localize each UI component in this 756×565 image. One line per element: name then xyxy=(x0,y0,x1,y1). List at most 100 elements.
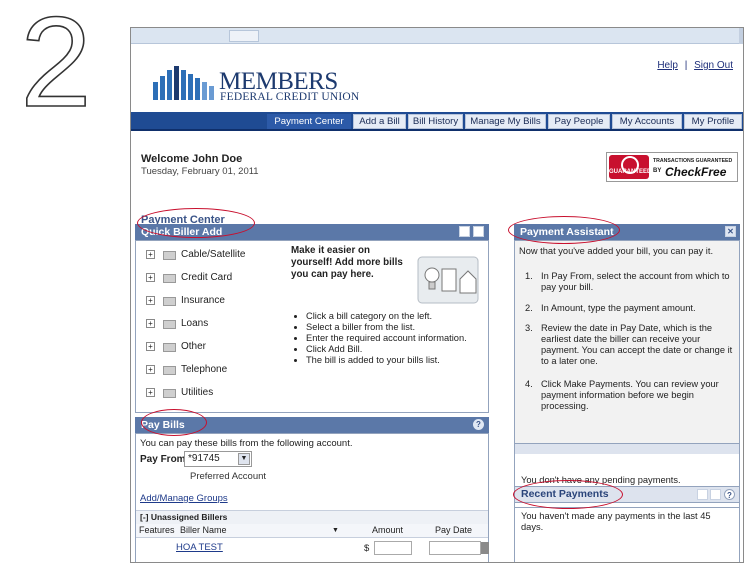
bills-illustration-icon xyxy=(417,256,479,304)
expand-icon[interactable]: + xyxy=(146,388,155,397)
category-label: Loans xyxy=(181,318,209,329)
step-number-graphic: 2 xyxy=(20,4,93,116)
category-credit-card[interactable]: + Credit Card xyxy=(146,272,232,286)
quick-biller-add-panel: + Cable/Satellite + Credit Card + Insurance… xyxy=(135,240,489,413)
brand-subtitle: FEDERAL CREDIT UNION xyxy=(220,91,360,103)
recent-payments-panel: You haven't made any payments in the las… xyxy=(514,503,740,562)
category-label: Credit Card xyxy=(181,272,233,283)
recent-payments-message: You haven't made any payments in the las… xyxy=(521,511,711,532)
sort-icon[interactable]: ▼ xyxy=(332,524,339,537)
pay-from-select[interactable]: *91745 ▼ xyxy=(184,451,252,467)
expand-icon[interactable]: + xyxy=(146,273,155,282)
amount-input[interactable] xyxy=(374,541,412,555)
folder-icon xyxy=(163,343,176,352)
step-number-label: 4. xyxy=(525,379,533,389)
calendar-icon[interactable] xyxy=(481,542,489,554)
pay-bills-intro: You can pay these bills from the followi… xyxy=(140,438,353,449)
scrollbar[interactable] xyxy=(739,28,743,44)
transactions-guaranteed-text: TRANSACTIONS GUARANTEED xyxy=(653,158,733,164)
expand-icon[interactable]: + xyxy=(146,342,155,351)
biller-name-link[interactable]: HOA TEST xyxy=(176,542,223,553)
folder-icon xyxy=(163,389,176,398)
folder-icon xyxy=(163,366,176,375)
guarantee-seal-icon: GUARANTEED xyxy=(609,155,651,179)
category-label: Cable/Satellite xyxy=(181,249,246,260)
assistant-intro: Now that you've added your bill, you can… xyxy=(519,246,714,256)
pay-from-value: *91745 xyxy=(188,453,220,464)
maximize-icon[interactable] xyxy=(473,226,484,237)
step-text: Click Make Payments. You can review your… xyxy=(541,379,719,411)
tab-manage-my-bills[interactable]: Manage My Bills xyxy=(465,114,546,129)
annotation-oval-payment-assistant xyxy=(508,216,620,244)
minimize-icon[interactable] xyxy=(697,489,708,500)
category-utilities[interactable]: + Utilities xyxy=(146,387,213,401)
category-telephone[interactable]: + Telephone xyxy=(146,364,227,378)
expand-icon[interactable]: + xyxy=(146,319,155,328)
category-label: Other xyxy=(181,341,207,352)
step-text: Review the date in Pay Date, which is th… xyxy=(541,323,733,366)
checkfree-logo: CheckFree xyxy=(665,165,727,179)
column-biller-name[interactable]: Biller Name xyxy=(180,524,227,537)
expand-icon[interactable]: + xyxy=(146,365,155,374)
bank-logo-icon xyxy=(153,66,214,100)
category-label: Insurance xyxy=(181,295,225,306)
annotation-oval-payment-center xyxy=(137,208,255,238)
current-date: Tuesday, February 01, 2011 xyxy=(141,166,259,177)
quick-add-prompt: Make it easier on yourself! Add more bil… xyxy=(291,245,403,280)
category-label: Utilities xyxy=(181,387,214,398)
tab-payment-center[interactable]: Payment Center xyxy=(267,114,351,129)
preferred-account-note: Preferred Account xyxy=(190,471,267,482)
pending-payments-header xyxy=(515,444,739,454)
instruction-item: Click a bill category on the left. xyxy=(306,311,486,322)
link-separator: | xyxy=(684,60,688,71)
close-icon[interactable]: ✕ xyxy=(725,226,736,237)
help-icon[interactable]: ? xyxy=(473,419,484,430)
category-cable-satellite[interactable]: + Cable/Satellite xyxy=(146,249,245,263)
instruction-item: Click Add Bill. xyxy=(306,344,486,355)
browser-tab[interactable] xyxy=(229,30,259,42)
tab-pay-people[interactable]: Pay People xyxy=(548,114,610,129)
payment-assistant-panel: Now that you've added your bill, you can… xyxy=(514,240,740,444)
help-icon[interactable]: ? xyxy=(724,489,735,500)
tab-my-profile[interactable]: My Profile xyxy=(684,114,742,129)
annotation-oval-pay-bills xyxy=(141,409,207,436)
chevron-down-icon[interactable]: ▼ xyxy=(238,453,250,465)
tab-bill-history[interactable]: Bill History xyxy=(408,114,463,129)
step-number: 2 xyxy=(20,4,91,116)
pay-from-label: Pay From xyxy=(140,454,186,465)
expand-icon[interactable]: + xyxy=(146,296,155,305)
expand-icon[interactable]: + xyxy=(146,250,155,259)
instruction-item: Select a biller from the list. xyxy=(306,322,486,333)
annotation-oval-recent-payments xyxy=(513,480,623,509)
category-insurance[interactable]: + Insurance xyxy=(146,295,225,309)
add-manage-groups-link[interactable]: Add/Manage Groups xyxy=(140,493,228,504)
screenshot-frame: MEMBERS FEDERAL CREDIT UNION Help | Sign… xyxy=(130,27,744,563)
minimize-icon[interactable] xyxy=(459,226,470,237)
currency-symbol: $ xyxy=(364,543,370,554)
column-pay-date: Pay Date xyxy=(435,525,473,535)
main-nav: Payment Center Add a Bill Bill History M… xyxy=(131,112,743,131)
sign-out-link[interactable]: Sign Out xyxy=(694,60,733,71)
step-number-label: 3. xyxy=(525,323,533,333)
maximize-icon[interactable] xyxy=(710,489,721,500)
column-amount: Amount xyxy=(372,525,404,535)
group-header[interactable]: [-] Unassigned Billers xyxy=(136,510,488,524)
bills-table-header: Features Biller Name ▼ Amount Pay Date xyxy=(136,524,488,538)
step-number-label: 1. xyxy=(525,271,533,281)
folder-icon xyxy=(163,320,176,329)
help-link[interactable]: Help xyxy=(657,60,678,71)
step-number-label: 2. xyxy=(525,303,533,313)
tab-add-a-bill[interactable]: Add a Bill xyxy=(353,114,406,129)
category-label: Telephone xyxy=(181,364,228,375)
instruction-item: Enter the required account information. xyxy=(306,333,486,344)
category-loans[interactable]: + Loans xyxy=(146,318,208,332)
category-other[interactable]: + Other xyxy=(146,341,206,355)
step-text: In Amount, type the payment amount. xyxy=(541,303,696,313)
folder-icon xyxy=(163,274,176,283)
pay-bills-panel: You can pay these bills from the followi… xyxy=(135,433,489,562)
column-features: Features xyxy=(139,525,175,535)
header-links: Help | Sign Out xyxy=(657,60,733,71)
tab-my-accounts[interactable]: My Accounts xyxy=(612,114,682,129)
step-text: In Pay From, select the account from whi… xyxy=(541,271,730,292)
pay-date-input[interactable] xyxy=(429,541,481,555)
